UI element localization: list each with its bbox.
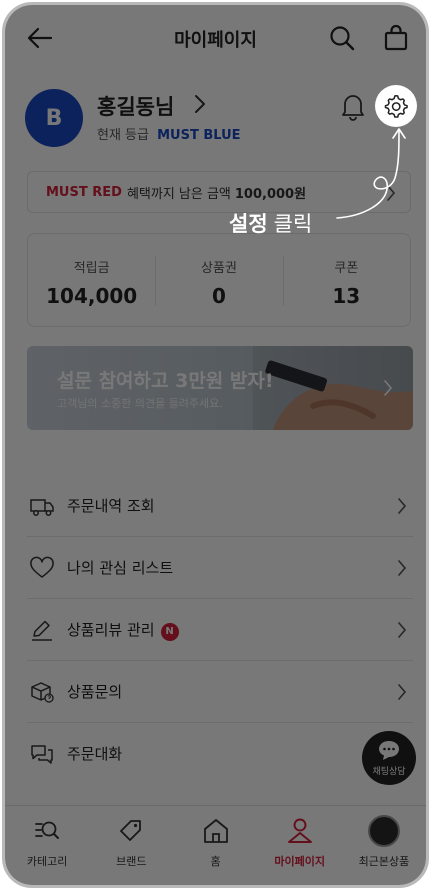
menu-list: 주문내역 조회 나의 관심 리스트 상품리뷰 관리 N 상품문의 주문대화 (27, 475, 413, 785)
menu-item-order-history[interactable]: 주문내역 조회 (27, 475, 413, 537)
remaining-amount: 100,000원 (234, 186, 307, 202)
nav-label: 마이페이지 (274, 855, 326, 868)
annotation-arrow-icon (336, 128, 406, 219)
gear-icon (384, 94, 408, 118)
chevron-right-icon[interactable] (193, 93, 207, 115)
nav-home[interactable]: 홈 (173, 806, 257, 885)
chevron-right-icon (398, 684, 407, 700)
survey-banner[interactable]: 설문 참여하고 3만원 받자! 고객님의 소중한 의견을 들려주세요. (27, 346, 413, 430)
page-title: 마이페이지 (174, 30, 257, 51)
menu-item-product-inquiry[interactable]: 상품문의 (27, 661, 413, 723)
coupon-value: 13 (332, 284, 361, 308)
gift-card-item[interactable]: 상품권 0 (155, 234, 282, 326)
box-question-icon (31, 682, 54, 703)
benefit-text: 혜택까지 남은 금액 (126, 186, 231, 202)
menu-label: 나의 관심 리스트 (67, 559, 174, 577)
gift-card-value: 0 (212, 284, 226, 308)
chat-consult-button[interactable]: 채팅상담 (362, 731, 416, 785)
recent-product-thumb (367, 815, 400, 847)
nav-brand[interactable]: 브랜드 (89, 806, 173, 885)
speech-bubble-icon (379, 741, 399, 760)
top-bar: 마이페이지 (5, 5, 426, 69)
survey-subtitle: 고객님의 소중한 의견을 들려주세요. (57, 397, 223, 410)
heart-icon (30, 556, 54, 578)
coupon-label: 쿠폰 (334, 261, 359, 276)
menu-label: 주문대화 (67, 745, 123, 763)
nav-label: 카테고리 (26, 855, 68, 868)
annotation-text: 설정 클릭 (229, 208, 312, 238)
chevron-right-icon (398, 560, 407, 576)
coupon-item[interactable]: 쿠폰 13 (282, 234, 410, 326)
annotation-rest: 클릭 (273, 212, 313, 236)
nav-label: 최근본상품 (358, 855, 410, 868)
shopping-bag-icon[interactable] (381, 23, 411, 53)
truck-icon (30, 499, 54, 516)
pen-icon (32, 620, 52, 641)
bell-icon[interactable] (339, 91, 367, 121)
grade-row: 현재 등급 MUST BLUE (97, 124, 241, 143)
nav-mypage[interactable]: 마이페이지 (258, 806, 342, 885)
points-value: 104,000 (46, 284, 138, 308)
chevron-right-icon (398, 498, 407, 514)
annotation-bold: 설정 (229, 212, 268, 236)
nav-recent-products[interactable]: 최근본상품 (342, 806, 426, 885)
points-summary: 적립금 104,000 상품권 0 쿠폰 13 (27, 233, 411, 327)
category-search-icon (35, 821, 60, 839)
new-badge: N (160, 623, 179, 641)
person-icon (287, 818, 312, 843)
chat-consult-label: 채팅상담 (372, 767, 406, 777)
bottom-nav: 카테고리 브랜드 홈 마이페이지 최근본상품 (5, 805, 426, 885)
menu-label-with-badge: 상품리뷰 관리 N (67, 619, 179, 641)
nav-label: 홈 (210, 855, 221, 868)
grade-value: MUST BLUE (157, 128, 241, 143)
target-grade: MUST RED (46, 184, 122, 200)
menu-item-review-management[interactable]: 상품리뷰 관리 N (27, 599, 413, 661)
chevron-right-icon (384, 380, 393, 396)
menu-label: 상품리뷰 관리 (67, 621, 155, 639)
menu-item-wishlist[interactable]: 나의 관심 리스트 (27, 537, 413, 599)
avatar[interactable]: B (25, 89, 83, 147)
points-label: 적립금 (73, 261, 110, 276)
grade-label: 현재 등급 (97, 128, 149, 143)
nav-label: 브랜드 (116, 855, 147, 868)
menu-label: 주문내역 조회 (67, 497, 155, 515)
phone-frame: 마이페이지 B 홍길동님 현재 등급 MUST BLUE MUST RED 혜택… (2, 2, 429, 888)
tag-icon (120, 820, 142, 841)
user-name[interactable]: 홍길동님 (97, 91, 174, 121)
menu-item-order-chat[interactable]: 주문대화 (27, 723, 413, 785)
nav-category[interactable]: 카테고리 (5, 806, 89, 885)
chevron-right-icon (398, 622, 407, 638)
points-item[interactable]: 적립금 104,000 (28, 234, 155, 326)
menu-label: 상품문의 (67, 683, 123, 701)
settings-button[interactable] (375, 85, 417, 127)
screen: 마이페이지 B 홍길동님 현재 등급 MUST BLUE MUST RED 혜택… (5, 5, 426, 885)
search-icon[interactable] (327, 23, 357, 53)
gift-card-label: 상품권 (201, 261, 237, 276)
survey-title: 설문 참여하고 3만원 받자! (57, 370, 274, 392)
home-icon (203, 819, 228, 843)
chat-bubbles-icon (31, 745, 53, 764)
